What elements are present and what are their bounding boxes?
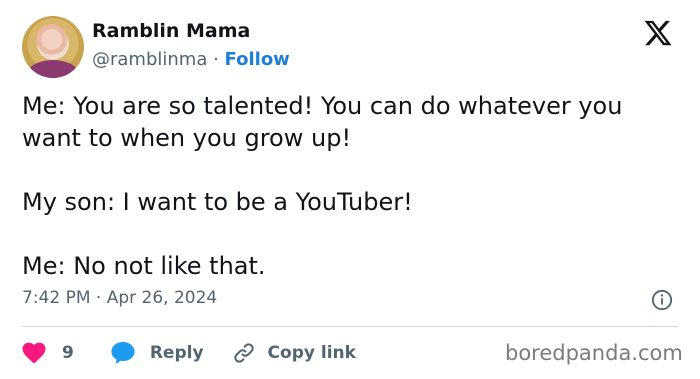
action-bar: 9 Reply Copy link bbox=[22, 338, 356, 368]
author-handle-row: @ramblinma · Follow bbox=[92, 49, 290, 70]
tweet-line: Me: You are so talented! You can do what… bbox=[22, 92, 623, 152]
heart-icon bbox=[22, 342, 46, 364]
avatar[interactable] bbox=[22, 16, 84, 78]
reply-button[interactable]: Reply bbox=[110, 341, 232, 365]
tweet-timestamp[interactable]: 7:42 PM · Apr 26, 2024 bbox=[22, 288, 217, 308]
like-button[interactable]: 9 bbox=[22, 342, 110, 364]
author-display-name[interactable]: Ramblin Mama bbox=[92, 20, 250, 42]
copy-link-label: Copy link bbox=[267, 343, 356, 363]
watermark: boredpanda.com bbox=[505, 341, 683, 365]
follow-button[interactable]: Follow bbox=[225, 49, 290, 70]
x-logo-icon[interactable] bbox=[643, 18, 673, 48]
tweet-card: Ramblin Mama @ramblinma · Follow Me: You… bbox=[0, 0, 700, 379]
link-icon bbox=[233, 343, 254, 363]
divider bbox=[22, 326, 678, 327]
like-count: 9 bbox=[62, 343, 74, 363]
reply-bubble-icon bbox=[111, 342, 135, 364]
info-icon[interactable] bbox=[651, 289, 673, 311]
tweet-line: Me: No not like that. bbox=[22, 252, 266, 280]
handle-separator: · bbox=[207, 49, 225, 70]
tweet-line: My son: I want to be a YouTuber! bbox=[22, 188, 413, 216]
copy-link-button[interactable]: Copy link bbox=[232, 341, 356, 365]
author-handle[interactable]: @ramblinma bbox=[92, 49, 207, 70]
tweet-text: Me: You are so talented! You can do what… bbox=[22, 90, 682, 282]
reply-label: Reply bbox=[149, 343, 204, 363]
